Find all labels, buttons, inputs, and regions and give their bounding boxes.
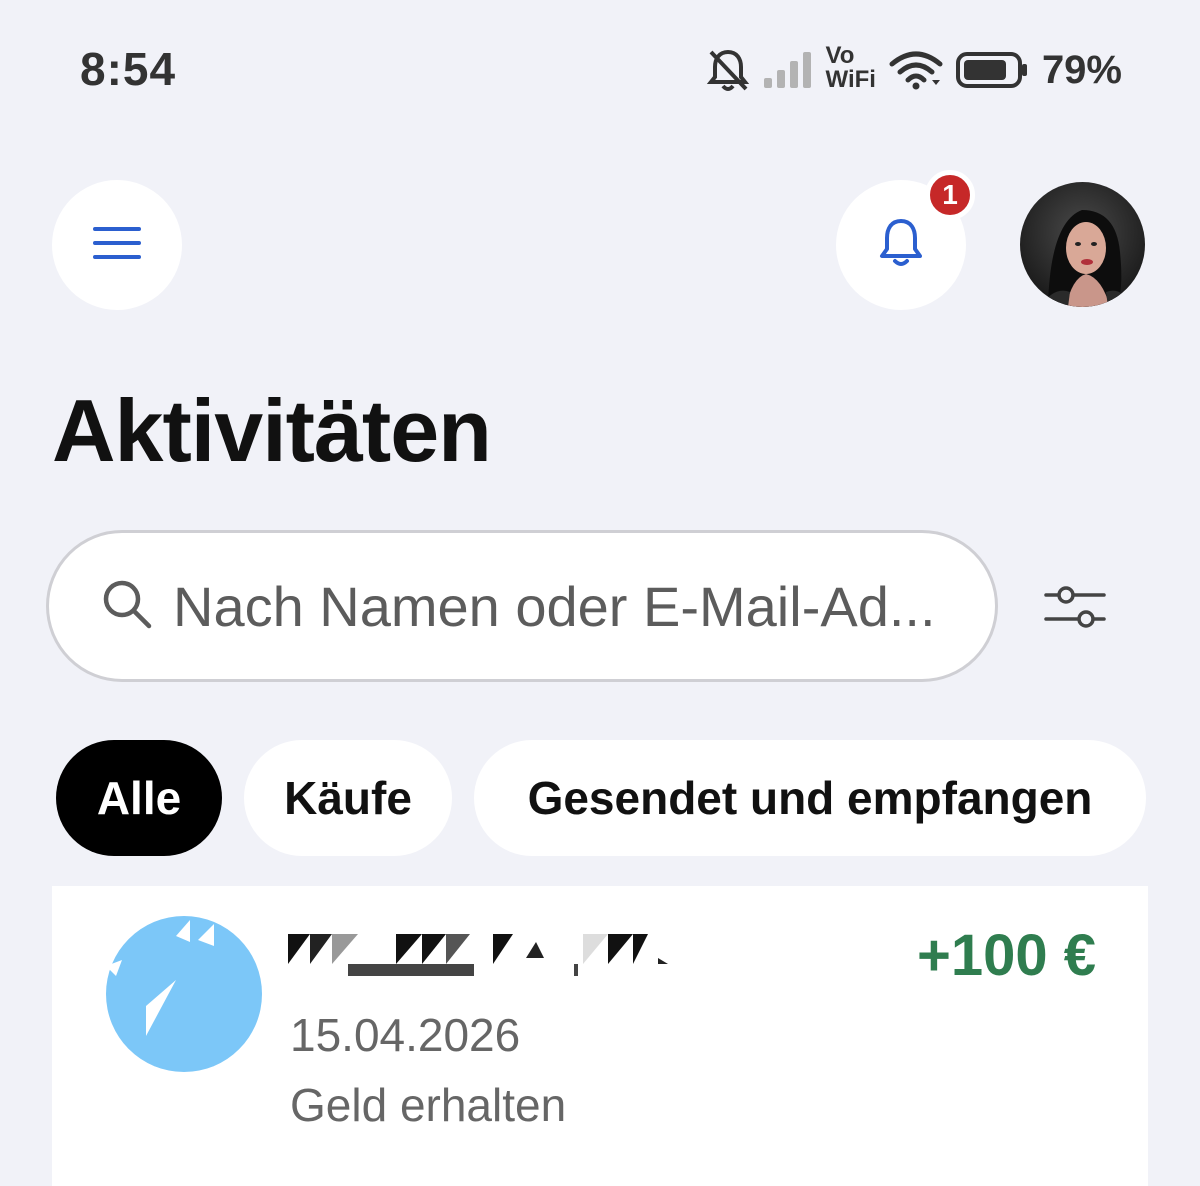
transaction-date: 15.04.2026: [290, 1009, 521, 1061]
status-bar: 8:54 Vo WiFi 79%: [0, 0, 1200, 140]
battery-icon: [955, 50, 1030, 90]
signal-icon: [762, 50, 814, 90]
chip-sent-and-received[interactable]: Gesendet und empfangen: [474, 740, 1146, 856]
bell-muted-icon: [706, 46, 750, 94]
vowifi-bottom-label: WiFi: [825, 66, 876, 93]
transaction-amount: +100 €: [916, 923, 1096, 988]
filter-sliders-icon: [1044, 582, 1106, 637]
wifi-icon: [888, 50, 944, 90]
vowifi-top-label: Vo: [825, 42, 855, 69]
profile-avatar[interactable]: [1020, 182, 1145, 307]
notification-badge: 1: [925, 170, 975, 220]
bell-icon: [877, 217, 925, 274]
search-box[interactable]: [46, 530, 998, 682]
search-icon: [101, 578, 153, 635]
status-time: 8:54: [80, 43, 177, 95]
transaction-list-item[interactable]: +100 € 15.04.2026 Geld erhalten: [52, 886, 1148, 1186]
filter-button[interactable]: [1040, 574, 1110, 644]
status-icons: Vo WiFi 79%: [706, 40, 1122, 100]
battery-percent: 79%: [1041, 47, 1122, 92]
chip-purchases[interactable]: Käufe: [244, 740, 452, 856]
page-title: Aktivitäten: [52, 381, 492, 480]
transaction-type: Geld erhalten: [290, 1079, 567, 1131]
transaction-name-redacted: [288, 934, 688, 976]
search-input[interactable]: [173, 573, 963, 639]
menu-button[interactable]: [52, 180, 182, 310]
vowifi-icon: Vo WiFi: [826, 44, 876, 92]
hamburger-menu-icon: [93, 223, 141, 268]
transaction-avatar: [106, 916, 262, 1072]
chip-all[interactable]: Alle: [56, 740, 222, 856]
